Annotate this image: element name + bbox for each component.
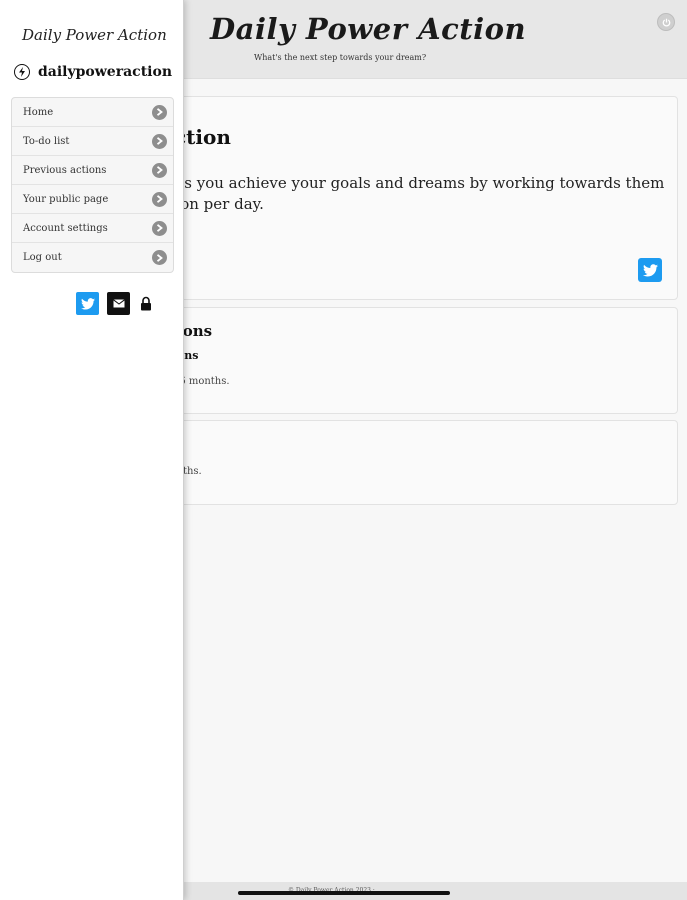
menu-item-label: Previous actions <box>23 164 107 176</box>
user-handle-label: dailypoweraction <box>38 64 172 80</box>
social-links <box>76 292 152 315</box>
user-handle[interactable]: dailypoweraction <box>14 64 172 80</box>
chevron-right-icon <box>152 162 167 178</box>
menu-item-label: Your public page <box>23 193 109 205</box>
menu-item-home[interactable]: Home <box>12 98 173 127</box>
privacy-lock[interactable] <box>140 296 152 311</box>
app-title: Daily Power Action <box>210 12 527 46</box>
intro-text: elps you achieve your goals and dreams b… <box>161 174 665 213</box>
side-drawer: Daily Power Action dailypoweraction Home… <box>0 0 184 900</box>
email-link[interactable] <box>107 292 130 315</box>
secondary-card: months. <box>140 420 678 505</box>
menu-item-public-page[interactable]: Your public page <box>12 185 173 214</box>
power-icon <box>662 18 670 27</box>
menu-item-previous-actions[interactable]: Previous actions <box>12 156 173 185</box>
mail-icon <box>112 299 125 308</box>
chevron-right-icon <box>152 220 167 236</box>
drawer-brand: Daily Power Action <box>22 26 167 44</box>
power-button[interactable] <box>657 13 675 31</box>
menu-item-label: Account settings <box>23 222 108 234</box>
drawer-menu: Home To-do list Previous actions Your pu… <box>11 97 174 273</box>
menu-item-label: Home <box>23 106 54 118</box>
intro-card: action elps you achieve your goals and d… <box>140 96 678 300</box>
chevron-right-icon <box>152 104 167 120</box>
menu-item-label: To-do list <box>23 135 70 147</box>
actions-card: ctions ctions ast 6 months. <box>140 307 678 414</box>
twitter-share-button[interactable] <box>638 258 662 282</box>
app-subtitle: What's the next step towards your dream? <box>254 53 427 62</box>
home-indicator[interactable] <box>238 891 450 895</box>
menu-item-log-out[interactable]: Log out <box>12 243 173 272</box>
chevron-right-icon <box>152 250 167 265</box>
menu-item-account-settings[interactable]: Account settings <box>12 214 173 243</box>
twitter-link[interactable] <box>76 292 99 315</box>
chevron-right-icon <box>152 191 167 207</box>
bolt-logo-icon <box>14 64 30 80</box>
lock-icon <box>141 296 151 311</box>
chevron-right-icon <box>152 133 167 149</box>
twitter-icon <box>80 297 95 310</box>
twitter-icon <box>642 263 658 276</box>
menu-item-todo[interactable]: To-do list <box>12 127 173 156</box>
menu-item-label: Log out <box>23 252 62 263</box>
